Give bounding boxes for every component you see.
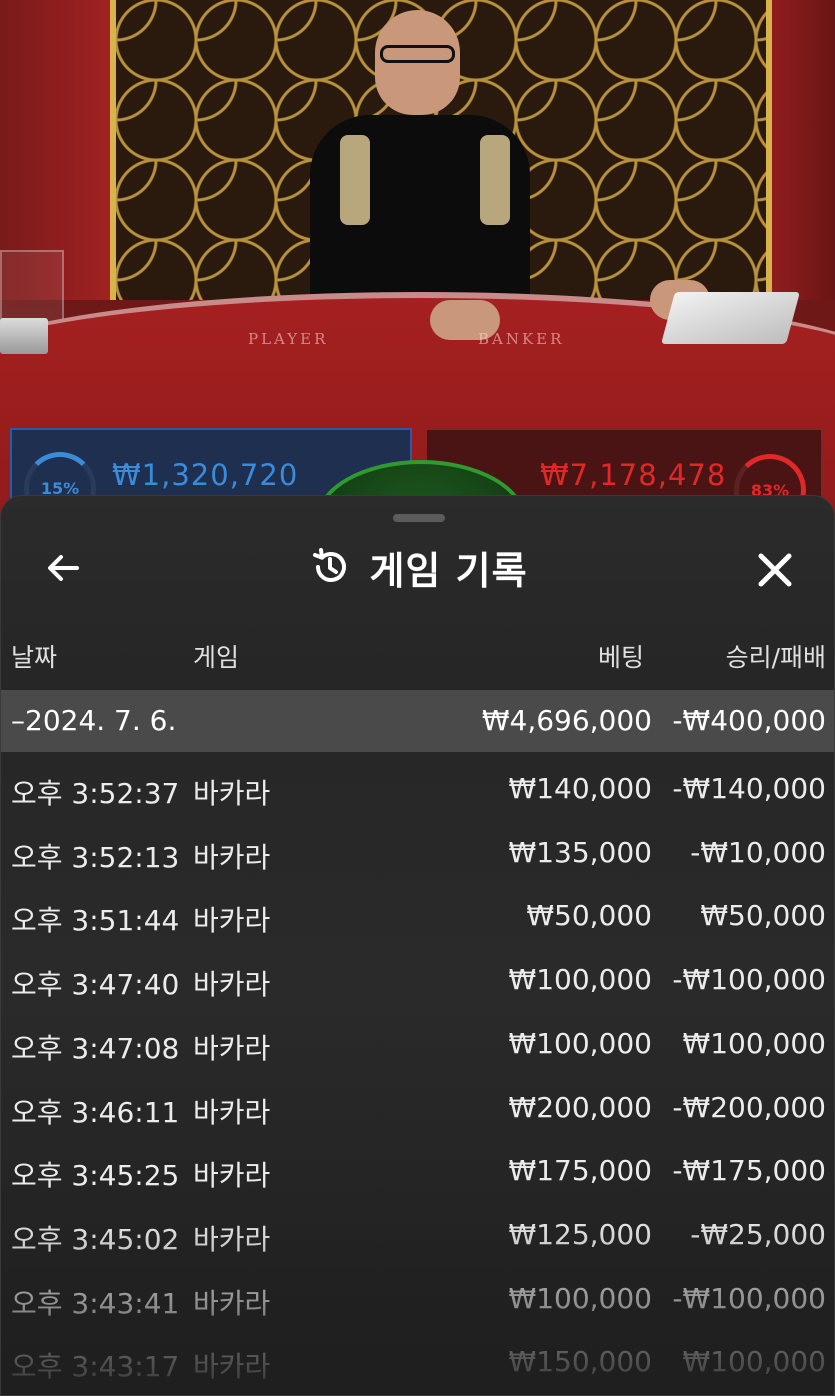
- row-game: 바카라: [193, 968, 271, 1002]
- row-bet: ₩135,000: [508, 835, 652, 869]
- row-result: ₩100,000: [682, 1345, 826, 1379]
- row-game: 바카라: [193, 1286, 271, 1320]
- row-result: -₩140,000: [672, 772, 826, 805]
- row-time: 오후 3:47:08: [11, 1031, 180, 1065]
- row-bet: ₩50,000: [526, 899, 652, 933]
- row-result: ₩50,000: [700, 899, 826, 933]
- row-game: 바카라: [193, 777, 271, 810]
- row-game: 바카라: [193, 1350, 271, 1384]
- history-row[interactable]: 오후 3:47:08 바카라 ₩100,000 ₩100,000: [1, 1013, 834, 1073]
- row-result: -₩25,000: [690, 1217, 826, 1251]
- date-group-row[interactable]: –2024. 7. 6. ₩4,696,000 -₩400,000: [1, 690, 834, 752]
- dealer-vest-right: [480, 135, 510, 225]
- row-time: 오후 3:52:13: [11, 840, 180, 874]
- row-time: 오후 3:46:11: [11, 1095, 180, 1129]
- table-label-player: PLAYER: [248, 330, 329, 348]
- banker-bet-total: ₩7,178,478: [540, 458, 727, 492]
- sheet-title: 게임 기록: [369, 548, 528, 593]
- row-result: -₩175,000: [672, 1154, 826, 1188]
- row-bet: ₩150,000: [508, 1345, 652, 1379]
- row-time: 오후 3:47:40: [11, 968, 180, 1002]
- row-game: 바카라: [193, 904, 271, 938]
- row-bet: ₩200,000: [508, 1090, 652, 1124]
- row-bet: ₩175,000: [508, 1154, 652, 1188]
- row-game: 바카라: [193, 1095, 271, 1129]
- table-header: 날짜 게임 베팅 승리/패배: [1, 636, 834, 676]
- history-row[interactable]: 오후 3:43:41 바카라 ₩100,000 -₩100,000: [1, 1268, 834, 1328]
- row-result: ₩100,000: [682, 1026, 826, 1060]
- date-group-result-total: -₩400,000: [672, 704, 826, 737]
- column-header-result: 승리/패배: [725, 643, 826, 672]
- history-row[interactable]: 오후 3:46:11 바카라 ₩200,000 -₩200,000: [1, 1077, 834, 1137]
- history-row[interactable]: 오후 3:52:13 바카라 ₩135,000 -₩10,000: [1, 822, 834, 882]
- row-bet: ₩100,000: [508, 963, 652, 997]
- row-time: 오후 3:45:25: [11, 1159, 180, 1193]
- history-row[interactable]: 오후 3:45:25 바카라 ₩175,000 -₩175,000: [1, 1140, 834, 1200]
- date-group-label: –2024. 7. 6.: [11, 704, 177, 737]
- history-icon: [313, 548, 347, 582]
- row-result: -₩100,000: [672, 1281, 826, 1315]
- game-history-sheet: 게임 기록 날짜 게임 베팅 승리/패배 –2024. 7. 6. ₩4,696…: [0, 495, 835, 1396]
- row-bet: ₩125,000: [508, 1217, 652, 1251]
- row-bet: ₩100,000: [508, 1026, 652, 1060]
- column-header-bet: 베팅: [597, 643, 644, 672]
- row-time: 오후 3:45:02: [11, 1222, 180, 1256]
- live-dealer-video: PLAYER BANKER 15% 83% ₩1,320,720 ₩7,178,…: [0, 0, 835, 520]
- row-game: 바카라: [193, 1222, 271, 1256]
- table-label-banker: BANKER: [478, 330, 565, 348]
- history-row[interactable]: 오후 3:45:02 바카라 ₩125,000 -₩25,000: [1, 1204, 834, 1264]
- row-time: 오후 3:52:37: [11, 777, 180, 810]
- date-group-bet-total: ₩4,696,000: [481, 704, 652, 737]
- player-bet-total: ₩1,320,720: [112, 458, 299, 492]
- row-time: 오후 3:43:41: [11, 1286, 180, 1320]
- row-time: 오후 3:51:44: [11, 904, 180, 938]
- history-row[interactable]: 오후 3:51:44 바카라 ₩50,000 ₩50,000: [1, 885, 834, 945]
- row-bet: ₩140,000: [508, 772, 652, 805]
- column-header-date: 날짜: [11, 643, 58, 672]
- close-icon: [758, 553, 792, 587]
- dealer-vest-left: [340, 135, 370, 225]
- history-row[interactable]: 오후 3:52:37 바카라 ₩140,000 -₩140,000: [1, 758, 834, 818]
- sheet-header: 게임 기록: [1, 541, 834, 593]
- row-game: 바카라: [193, 1031, 271, 1065]
- row-game: 바카라: [193, 1159, 271, 1193]
- row-game: 바카라: [193, 840, 271, 874]
- row-time: 오후 3:43:17: [11, 1350, 180, 1384]
- column-header-game: 게임: [193, 643, 240, 672]
- row-result: -₩100,000: [672, 963, 826, 997]
- row-result: -₩10,000: [690, 835, 826, 869]
- sheet-drag-handle[interactable]: [393, 514, 445, 522]
- row-result: -₩200,000: [672, 1090, 826, 1124]
- history-row[interactable]: 오후 3:47:40 바카라 ₩100,000 -₩100,000: [1, 949, 834, 1009]
- close-button[interactable]: [749, 544, 801, 596]
- card-shoe: [661, 292, 800, 344]
- discard-holder: [0, 250, 64, 324]
- row-bet: ₩100,000: [508, 1281, 652, 1315]
- history-row[interactable]: 오후 3:43:17 바카라 ₩150,000 ₩100,000: [1, 1331, 834, 1391]
- card-stack: [0, 318, 48, 354]
- dealer-glasses: [380, 45, 455, 63]
